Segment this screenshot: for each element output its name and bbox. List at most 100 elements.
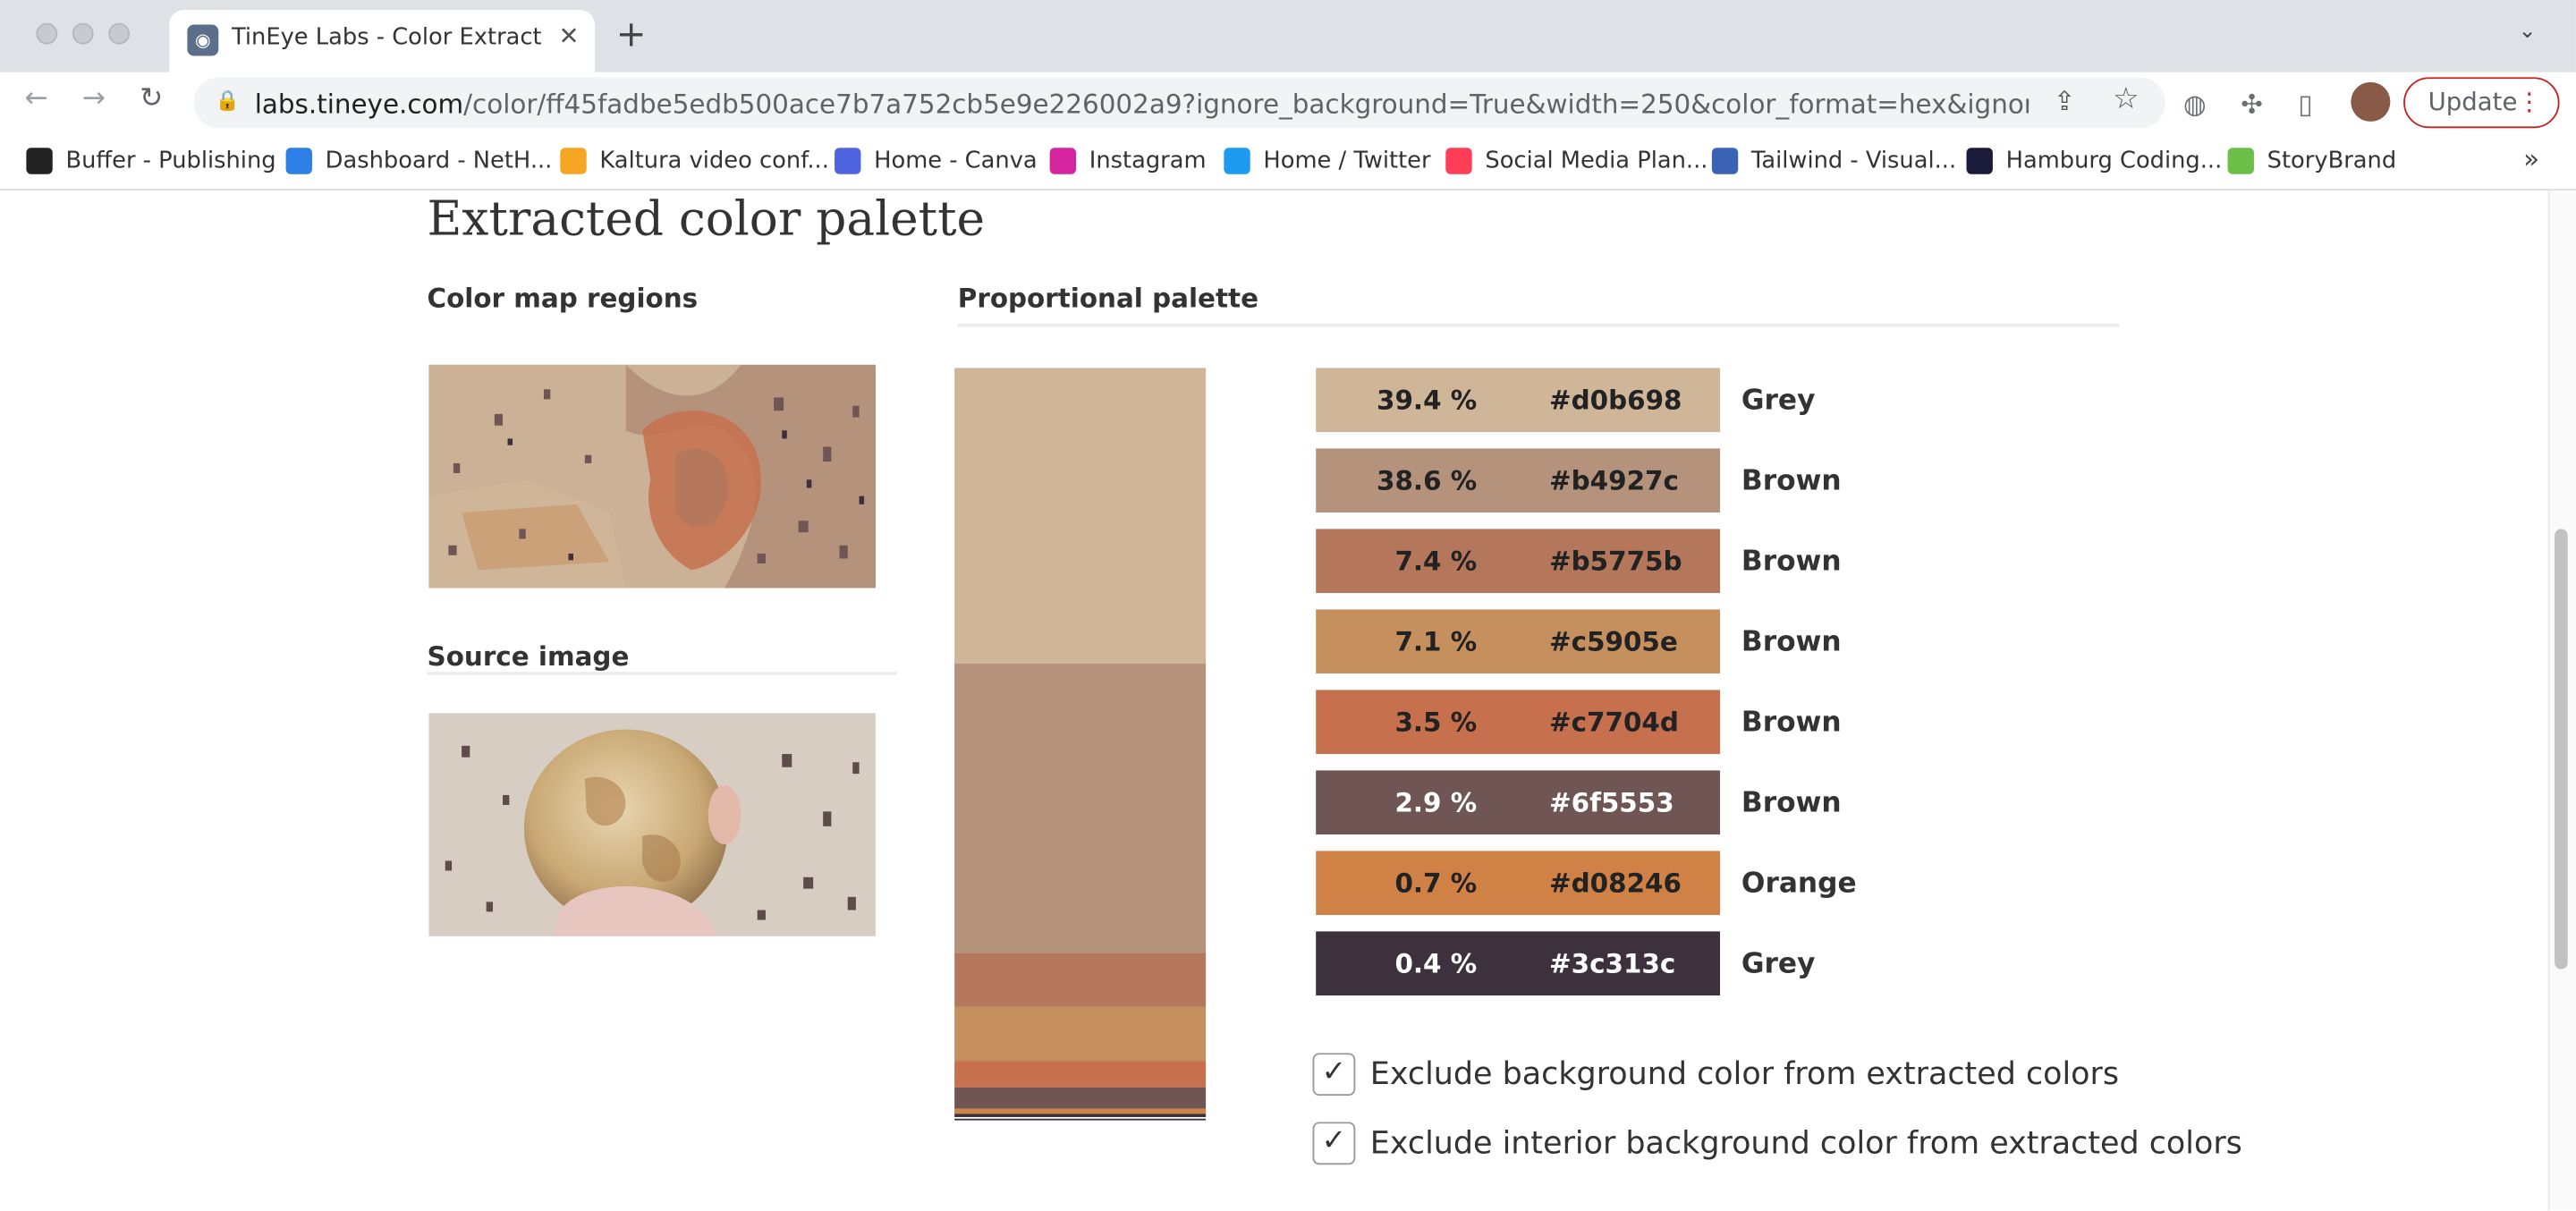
- instagram-icon: [1049, 148, 1077, 174]
- monday-icon: [1445, 148, 1472, 174]
- forward-arrow-icon[interactable]: →: [82, 82, 106, 115]
- bookmark-label: Buffer - Publishing: [65, 148, 276, 174]
- bookmark-label: Home / Twitter: [1263, 148, 1431, 174]
- bookmark-star-icon[interactable]: ☆: [2113, 82, 2140, 117]
- page-title: Extracted color palette: [427, 191, 986, 247]
- new-tab-button[interactable]: +: [616, 15, 647, 56]
- palette-segment: [954, 1114, 1207, 1117]
- proportional-palette-heading: Proportional palette: [957, 282, 1258, 314]
- swatch-hex: #d08246: [1549, 867, 1682, 899]
- profile-avatar[interactable]: [2351, 81, 2391, 122]
- address-bar[interactable]: 🔒 labs.tineye.com/color/ff45fadbe5edb500…: [193, 77, 2165, 129]
- netlify-icon: [285, 148, 312, 174]
- bookmark-item[interactable]: Home - Canva: [835, 145, 1038, 178]
- update-button[interactable]: Update ⋮: [2403, 77, 2560, 129]
- tab-close-icon[interactable]: ✕: [558, 21, 579, 51]
- color-name: Grey: [1741, 947, 1816, 981]
- minimize-window-button[interactable]: [72, 22, 94, 45]
- palette-segment: [954, 1087, 1207, 1109]
- color-name: Brown: [1741, 706, 1842, 740]
- url-text[interactable]: labs.tineye.com/color/ff45fadbe5edb500ac…: [255, 89, 2029, 120]
- side-panel-icon[interactable]: ▯: [2299, 89, 2313, 120]
- bookmark-item[interactable]: Home / Twitter: [1224, 145, 1431, 178]
- tab-strip: ◉ TinEye Labs - Color Extraction ✕ + ⌄: [0, 0, 2576, 72]
- back-arrow-icon[interactable]: ←: [25, 82, 48, 115]
- color-name: Orange: [1741, 867, 1857, 901]
- more-bookmarks-chevron-icon[interactable]: »: [2523, 143, 2539, 174]
- tailwind-icon: [1711, 148, 1739, 174]
- swatch-hex: #b5775b: [1549, 545, 1682, 577]
- swatch-percent: 39.4 %: [1377, 384, 1478, 416]
- swatch-percent: 2.9 %: [1394, 786, 1478, 818]
- canva-icon: [835, 148, 861, 174]
- bookmark-label: Tailwind - Visual...: [1750, 148, 1957, 174]
- bookmark-label: Hamburg Coding...: [2005, 148, 2223, 174]
- bookmark-item[interactable]: Instagram: [1049, 145, 1207, 178]
- exclude-interior-checkbox[interactable]: ✓: [1312, 1122, 1356, 1165]
- bookmark-label: Kaltura video conf...: [599, 148, 829, 174]
- bookmark-label: Dashboard - NetH...: [325, 148, 553, 174]
- swatch-hex: #b4927c: [1549, 464, 1679, 496]
- color-swatch: 2.9 % #6f5553: [1316, 770, 1721, 835]
- bookmarks-bar: Buffer - Publishing Dashboard - NetH... …: [0, 132, 2576, 191]
- exclude-background-checkbox[interactable]: ✓: [1312, 1053, 1356, 1097]
- lock-icon[interactable]: 🔒: [216, 89, 240, 112]
- palette-segment: [954, 1007, 1207, 1062]
- tab-title: TinEye Labs - Color Extraction: [231, 24, 544, 51]
- source-image-heading: Source image: [427, 640, 630, 673]
- divider: [427, 672, 897, 675]
- bookmark-item[interactable]: Tailwind - Visual...: [1711, 145, 1957, 178]
- url-host: labs.tineye.com: [254, 89, 464, 121]
- palette-segment: [954, 663, 1207, 953]
- storybrand-icon: [2227, 148, 2254, 174]
- color-map-heading: Color map regions: [427, 282, 699, 314]
- tineye-favicon-icon: ◉: [187, 24, 219, 56]
- hamburg-coding-icon: [1966, 148, 1993, 174]
- swatch-percent: 3.5 %: [1394, 706, 1478, 738]
- proportional-palette-bar: [954, 368, 1207, 1121]
- bookmark-item[interactable]: StoryBrand: [2227, 145, 2396, 178]
- bookmark-item[interactable]: Buffer - Publishing: [26, 145, 276, 178]
- bookmark-item[interactable]: Kaltura video conf...: [560, 145, 829, 178]
- swatch-hex: #c7704d: [1549, 706, 1679, 738]
- page-content: Extracted color palette Color map region…: [0, 191, 2548, 1211]
- extensions-puzzle-icon[interactable]: ✣: [2241, 89, 2263, 120]
- swatch-hex: #3c313c: [1549, 947, 1676, 979]
- swatch-percent: 0.4 %: [1394, 947, 1478, 979]
- share-icon[interactable]: ⇪: [2054, 86, 2076, 117]
- swatch-percent: 0.7 %: [1394, 867, 1478, 899]
- palette-segment: [954, 952, 1207, 1008]
- color-swatch: 3.5 % #c7704d: [1316, 690, 1721, 755]
- swatch-hex: #d0b698: [1549, 384, 1682, 416]
- bookmark-item[interactable]: Dashboard - NetH...: [285, 145, 553, 178]
- extension-password-icon[interactable]: ◍: [2183, 89, 2207, 120]
- color-map-image: [428, 364, 876, 589]
- color-name: Grey: [1741, 384, 1816, 418]
- palette-segment: [954, 1061, 1207, 1088]
- bookmark-item[interactable]: Hamburg Coding...: [1966, 145, 2223, 178]
- buffer-icon: [26, 148, 53, 174]
- exclude-background-label: Exclude background color from extracted …: [1369, 1055, 2120, 1093]
- swatch-percent: 7.1 %: [1394, 625, 1478, 657]
- swatch-percent: 38.6 %: [1377, 464, 1478, 496]
- url-path: /color/ff45fadbe5edb500ace7b7a752cb5e9e2…: [463, 89, 2029, 121]
- bookmark-label: Home - Canva: [874, 148, 1038, 174]
- maximize-window-button[interactable]: [108, 22, 131, 45]
- close-window-button[interactable]: [36, 22, 58, 45]
- color-name: Brown: [1741, 625, 1842, 659]
- more-menu-icon[interactable]: ⋮: [2517, 79, 2542, 124]
- divider: [957, 323, 2120, 327]
- scrollbar-thumb[interactable]: [2555, 529, 2568, 970]
- kaltura-icon: [560, 148, 587, 174]
- reload-icon[interactable]: ↻: [140, 82, 163, 115]
- bookmark-item[interactable]: Social Media Plan...: [1445, 145, 1707, 178]
- color-swatch: 39.4 % #d0b698: [1316, 368, 1721, 433]
- bookmark-label: Social Media Plan...: [1485, 148, 1708, 174]
- swatch-hex: #6f5553: [1549, 786, 1674, 818]
- color-swatch: 7.4 % #b5775b: [1316, 529, 1721, 594]
- browser-tab[interactable]: ◉ TinEye Labs - Color Extraction ✕: [169, 10, 595, 72]
- twitter-icon: [1224, 148, 1250, 174]
- tab-search-chevron-icon[interactable]: ⌄: [2519, 20, 2537, 45]
- color-name: Brown: [1741, 545, 1842, 579]
- color-swatch: 7.1 % #c5905e: [1316, 609, 1721, 674]
